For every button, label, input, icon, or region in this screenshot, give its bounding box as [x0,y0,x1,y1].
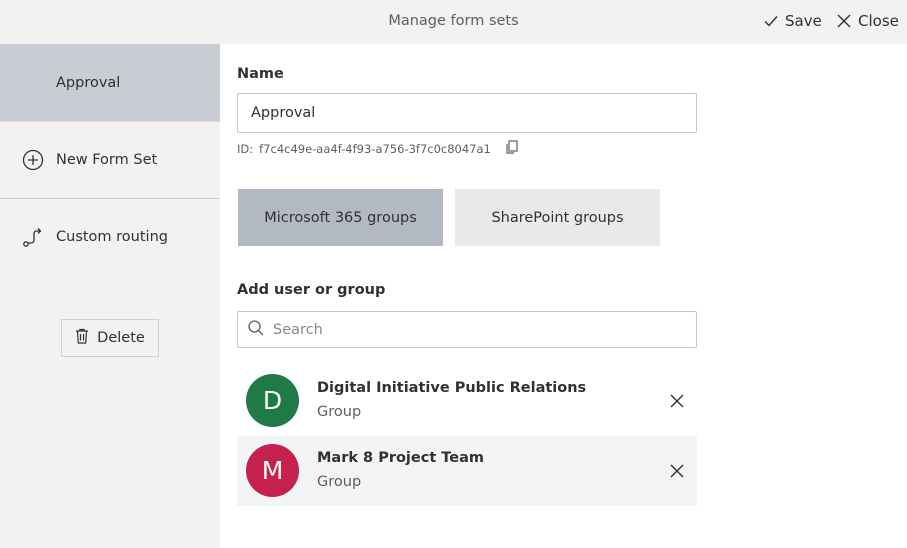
sidebar-item-label: New Form Set [56,152,158,168]
close-button[interactable]: Close [836,12,899,30]
delete-label: Delete [97,330,145,346]
save-label: Save [785,12,822,30]
id-value: f7c4c49e-aa4f-4f93-a756-3f7c0c8047a1 [259,141,491,156]
remove-member-button[interactable] [670,464,684,478]
member-type: Group [317,474,362,490]
sidebar-item-approval[interactable]: Approval [0,44,220,121]
id-prefix: ID: [237,141,254,156]
save-button[interactable]: Save [763,12,822,30]
sidebar-item-custom-routing[interactable]: Custom routing [0,198,220,275]
avatar: M [246,444,299,497]
tab-microsoft-365-groups[interactable]: Microsoft 365 groups [238,189,443,246]
tab-label: SharePoint groups [491,209,624,226]
close-icon [670,464,684,478]
remove-member-button[interactable] [670,394,684,408]
header-bar: Manage form sets Save Close [0,0,907,44]
add-user-or-group-label: Add user or group [237,282,386,298]
list-item: D Digital Initiative Public Relations Gr… [237,366,697,436]
sidebar-item-new-form-set[interactable]: New Form Set [0,121,220,198]
id-row: ID: f7c4c49e-aa4f-4f93-a756-3f7c0c8047a1 [237,140,518,157]
sidebar: Approval New Form Set Custom routing Del… [0,44,220,548]
name-label: Name [237,66,284,82]
name-input[interactable] [237,93,697,133]
add-circle-icon [22,149,44,171]
copy-icon[interactable] [505,140,518,157]
trash-icon [75,328,89,348]
avatar: D [246,374,299,427]
close-icon [670,394,684,408]
checkmark-icon [763,13,779,29]
route-icon [22,226,44,248]
member-name: Mark 8 Project Team [317,450,485,466]
close-label: Close [858,12,899,30]
search-input[interactable] [273,321,673,338]
sidebar-item-label: Custom routing [56,229,168,245]
close-icon [836,13,852,29]
search-icon [247,319,265,341]
delete-button[interactable]: Delete [61,319,159,357]
tab-label: Microsoft 365 groups [264,209,417,226]
sidebar-item-label: Approval [56,74,121,91]
list-item: M Mark 8 Project Team Group [237,436,697,506]
tab-sharepoint-groups[interactable]: SharePoint groups [455,189,660,246]
member-type: Group [317,404,362,420]
member-name: Digital Initiative Public Relations [317,380,587,396]
search-box [237,311,697,348]
